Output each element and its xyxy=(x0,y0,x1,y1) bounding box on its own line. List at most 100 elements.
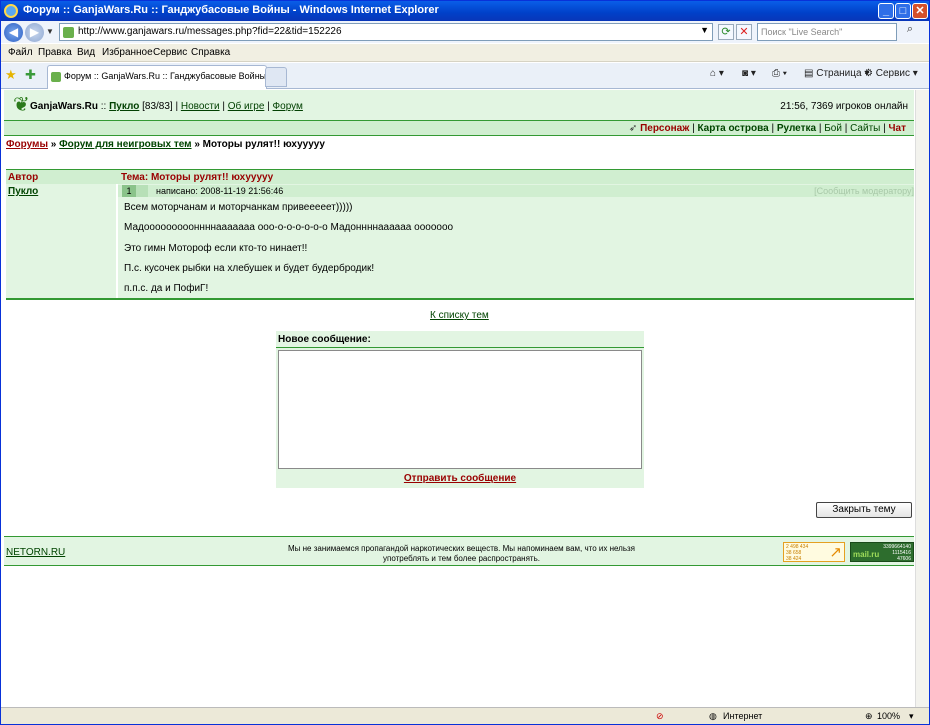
message-textarea[interactable] xyxy=(278,350,642,469)
breadcrumb: Форумы » Форум для неигровых тем » Мотор… xyxy=(6,139,325,150)
divider xyxy=(276,347,644,348)
divider xyxy=(6,298,914,300)
breadcrumb-section[interactable]: Форум для неигровых тем xyxy=(59,139,191,150)
nav-chat[interactable]: Чат xyxy=(889,123,907,134)
close-topic-button[interactable]: Закрыть тему xyxy=(816,502,912,518)
search-button[interactable]: ⌕ xyxy=(900,23,920,41)
topic-column-header: Тема: Моторы рулят!! юхууууу xyxy=(121,172,274,183)
tab-active[interactable]: Форум :: GanjaWars.Ru :: Ганджубасовые В… xyxy=(47,65,267,89)
page-menu[interactable]: ▤ Страница ▾ xyxy=(804,68,869,79)
game-nav: ➶ Персонаж | Карта острова | Рулетка | Б… xyxy=(4,121,914,135)
nav-about[interactable]: Об игре xyxy=(228,101,265,112)
site-footer: NETORN.RU Мы не занимаемся пропагандой н… xyxy=(4,536,914,566)
menu-view[interactable]: Вид xyxy=(77,47,95,58)
popup-blocker-icon[interactable]: ⊘ xyxy=(656,711,664,722)
send-message-link[interactable]: Отправить сообщение xyxy=(276,473,644,484)
post-author-cell: Пукло xyxy=(6,184,116,298)
page-icon xyxy=(63,27,74,38)
post-date: написано: 2008-11-19 21:56:46 xyxy=(156,186,284,196)
status-bar: ⊘ ◍ Интернет ⊕ 100% ▾ xyxy=(1,707,929,724)
site-name: GanjaWars.Ru xyxy=(30,101,98,112)
title-bar: Форум :: GanjaWars.Ru :: Ганджубасовые В… xyxy=(1,1,929,21)
menu-tools[interactable]: Сервис xyxy=(153,47,187,58)
zoom-level[interactable]: 100% xyxy=(877,711,900,721)
menu-bar: Файл Правка Вид Избранное Сервис Справка xyxy=(1,44,929,62)
thread-header: Автор Тема: Моторы рулят!! юхууууу xyxy=(6,170,914,184)
tools-menu[interactable]: ⚙ Сервис ▾ xyxy=(864,68,918,79)
user-level: [83/83] xyxy=(142,101,173,112)
counter-banner-text: 2 498 434 38 658 38 424 xyxy=(786,544,808,562)
user-link[interactable]: Пукло xyxy=(109,101,139,112)
post-message-cell: 1 написано: 2008-11-19 21:56:46 [Сообщит… xyxy=(118,184,914,298)
tab-title: Форум :: GanjaWars.Ru :: Ганджубасовые В… xyxy=(64,71,267,81)
nav-sites[interactable]: Сайты xyxy=(850,123,880,134)
thread-table: Автор Тема: Моторы рулят!! юхууууу Пукло… xyxy=(6,169,914,301)
close-window-button[interactable]: ✕ xyxy=(912,3,928,19)
post-line: Всем моторчанам и моторчанкам привеееeет… xyxy=(124,202,353,213)
refresh-button[interactable]: ⟳ xyxy=(718,24,734,40)
new-message-title: Новое сообщение: xyxy=(278,334,371,345)
page-scrollbar[interactable] xyxy=(915,90,929,707)
nav-news[interactable]: Новости xyxy=(181,101,220,112)
feeds-icon[interactable]: ◙ ▾ xyxy=(742,68,756,79)
mail-ru-logo: mail.ru xyxy=(853,550,880,559)
report-moderator-link[interactable]: [Сообщить модератору] xyxy=(814,186,914,196)
nav-forum[interactable]: Форум xyxy=(273,101,303,112)
site-sep: :: xyxy=(100,101,107,112)
menu-edit[interactable]: Правка xyxy=(38,47,72,58)
new-tab-button[interactable] xyxy=(265,67,287,87)
mail-ru-counter-values: 3399664140 1115416 47606 xyxy=(883,544,911,562)
new-message-form: Новое сообщение: Отправить сообщение xyxy=(276,331,644,488)
divider xyxy=(4,135,914,136)
zoom-dropdown-icon[interactable]: ▾ xyxy=(909,711,914,722)
back-button[interactable]: ◀ xyxy=(4,23,23,42)
add-favorites-icon[interactable]: ✚ xyxy=(25,67,36,83)
stop-button[interactable]: ✕ xyxy=(736,24,752,40)
home-icon[interactable]: ⌂ ▾ xyxy=(710,68,724,79)
nav-battle[interactable]: Бой xyxy=(824,123,842,134)
netorn-link[interactable]: NETORN.RU xyxy=(6,547,65,558)
maximize-button[interactable]: □ xyxy=(895,3,911,19)
post-line: Мадоооооооооннннааааааа ооо-о-о-о-о-о-о … xyxy=(124,222,454,233)
post-author-link[interactable]: Пукло xyxy=(8,186,38,197)
back-to-topics-link[interactable]: К списку тем xyxy=(430,310,489,321)
post-meta: 1 написано: 2008-11-19 21:56:46 [Сообщит… xyxy=(118,185,914,197)
post-number: 1 xyxy=(122,185,136,197)
page-content: ❦ GanjaWars.Ru :: Пукло [83/83] | Новост… xyxy=(1,90,929,707)
breadcrumb-forums[interactable]: Форумы xyxy=(6,139,48,150)
favorites-star-icon[interactable]: ★ xyxy=(5,67,17,83)
address-dropdown-icon[interactable]: ▼ xyxy=(700,25,709,35)
search-input[interactable]: Поиск "Live Search" xyxy=(757,23,897,41)
browser-window: Форум :: GanjaWars.Ru :: Ганджубасовые В… xyxy=(0,0,930,725)
author-column-header: Автор xyxy=(8,172,39,183)
online-status: 21:56, 7369 игроков онлайн xyxy=(780,101,908,112)
print-icon[interactable]: ⎙ ▾ xyxy=(772,68,787,79)
minimize-button[interactable]: _ xyxy=(878,3,894,19)
forward-button[interactable]: ▶ xyxy=(25,23,44,42)
nav-roulette[interactable]: Рулетка xyxy=(777,123,816,134)
counter-value: 38 424 xyxy=(786,556,802,562)
mail-ru-counter[interactable]: mail.ru 3399664140 1115416 47606 xyxy=(850,542,914,562)
post-line: Это гимн Моторoф если кто-то нинает!! xyxy=(124,243,308,254)
menu-file[interactable]: Файл xyxy=(8,47,33,58)
window-title: Форум :: GanjaWars.Ru :: Ганджубасовые В… xyxy=(23,4,439,16)
page-menu-label: Страница xyxy=(816,68,862,79)
menu-favorites[interactable]: Избранное xyxy=(102,47,153,58)
nav-character[interactable]: Персонаж xyxy=(640,123,689,134)
history-dropdown-icon[interactable]: ▼ xyxy=(46,27,54,36)
tab-row: ★ ✚ Форум :: GanjaWars.Ru :: Ганджубасов… xyxy=(1,63,929,89)
site-header: ❦ GanjaWars.Ru :: Пукло [83/83] | Новост… xyxy=(4,90,914,120)
nav-map[interactable]: Карта острова xyxy=(697,123,768,134)
address-url: http://www.ganjawars.ru/messages.php?fid… xyxy=(78,26,342,37)
post-number-spacer xyxy=(136,185,148,197)
internet-zone-icon: ◍ xyxy=(709,711,717,721)
menu-help[interactable]: Справка xyxy=(191,47,230,58)
security-zone: Интернет xyxy=(723,711,763,721)
address-row: ◀ ▶ ▼ http://www.ganjawars.ru/messages.p… xyxy=(1,21,929,43)
counter-banner[interactable]: 2 498 434 38 658 38 424 xyxy=(783,542,845,562)
site-nav: GanjaWars.Ru :: Пукло [83/83] | Новости … xyxy=(30,101,303,112)
breadcrumb-topic: Моторы рулят!! юхууууу xyxy=(202,139,325,150)
ie-logo-icon xyxy=(4,4,18,18)
site-leaf-logo-icon: ❦ xyxy=(13,94,30,116)
address-bar[interactable]: http://www.ganjawars.ru/messages.php?fid… xyxy=(59,23,713,41)
